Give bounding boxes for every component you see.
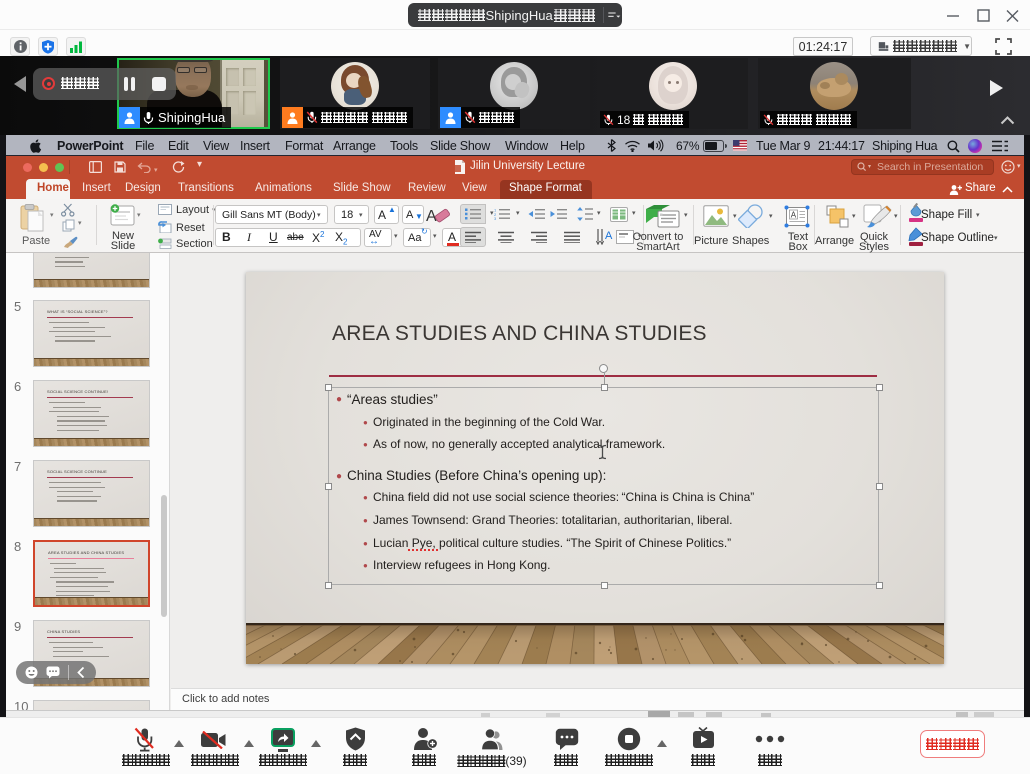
- svg-text:A: A: [605, 230, 613, 242]
- svg-text:3: 3: [494, 216, 497, 220]
- svg-text:A: A: [791, 211, 797, 220]
